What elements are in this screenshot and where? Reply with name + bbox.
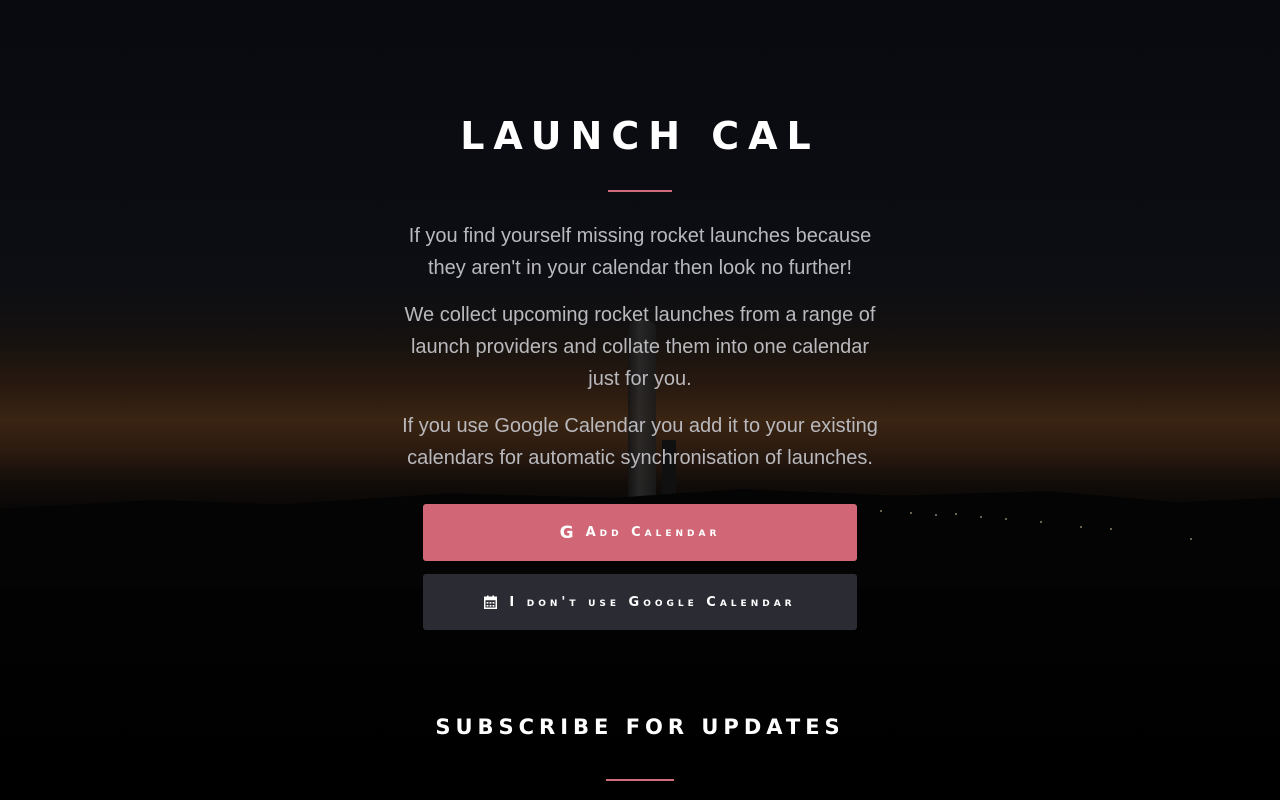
- subscribe-divider: [606, 779, 674, 781]
- hero-content: LAUNCH CAL If you find yourself missing …: [0, 0, 1280, 800]
- intro-paragraph: If you find yourself missing rocket laun…: [408, 225, 872, 279]
- google-icon: G: [559, 522, 574, 543]
- calendar-icon: [484, 595, 498, 609]
- page-title: LAUNCH CAL: [460, 114, 820, 158]
- no-google-calendar-label: I don't use Google Calendar: [509, 594, 796, 610]
- intro-paragraph: We collect upcoming rocket launches from…: [404, 304, 876, 390]
- add-calendar-label: Add Calendar: [585, 525, 721, 540]
- title-divider: [608, 190, 672, 192]
- intro-paragraph: If you use Google Calendar you add it to…: [402, 415, 878, 469]
- no-google-calendar-button[interactable]: I don't use Google Calendar: [423, 574, 857, 630]
- subscribe-title: SUBSCRIBE FOR UPDATES: [435, 715, 845, 739]
- add-calendar-button[interactable]: G Add Calendar: [423, 504, 857, 561]
- intro-text: If you find yourself missing rocket laun…: [395, 220, 885, 489]
